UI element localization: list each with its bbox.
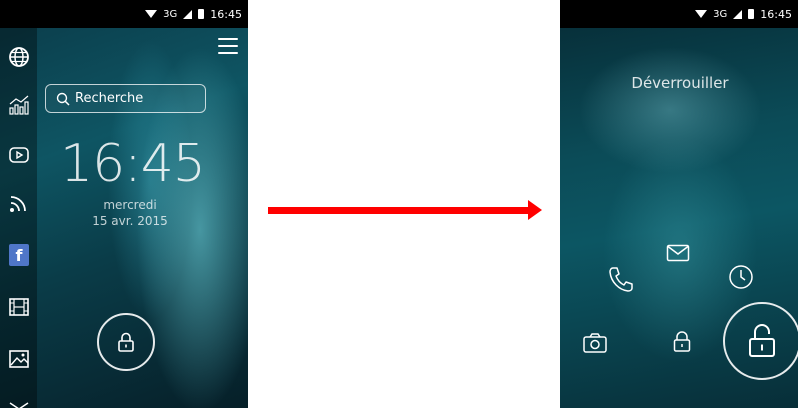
clock-icon[interactable]: [728, 264, 754, 290]
camera-icon[interactable]: [582, 332, 608, 354]
mail-icon[interactable]: [666, 244, 690, 262]
feed-icon[interactable]: [8, 192, 30, 214]
facebook-icon[interactable]: f: [8, 244, 30, 266]
date-full: 15 avr. 2015: [92, 214, 168, 228]
film-icon[interactable]: [8, 296, 30, 318]
transition-arrow-head: [528, 200, 542, 220]
app-sidebar: f: [0, 28, 37, 408]
image-icon[interactable]: [8, 348, 30, 370]
stats-icon[interactable]: [8, 94, 30, 116]
network-type: 3G: [713, 8, 728, 20]
status-time: 16:45: [760, 7, 792, 21]
globe-icon[interactable]: [8, 46, 30, 68]
status-bar: 3G 16:45: [0, 0, 248, 28]
wifi-icon: [145, 10, 158, 18]
signal-icon: [733, 9, 743, 19]
date-weekday: mercredi: [103, 198, 157, 212]
lock-screen-before: 3G 16:45 f Recherche 16:45 mercredi 15 a…: [0, 0, 248, 408]
unlock-ring-large[interactable]: [723, 302, 798, 380]
mail-icon-partial[interactable]: [8, 394, 30, 408]
lock-screen-after: 3G 16:45 Déverrouiller: [560, 0, 798, 408]
phone-icon[interactable]: [608, 265, 634, 293]
network-type: 3G: [163, 8, 178, 20]
search-field[interactable]: Recherche: [45, 84, 206, 113]
signal-icon: [183, 9, 193, 19]
menu-icon[interactable]: [218, 38, 238, 54]
unlock-title: Déverrouiller: [631, 74, 729, 92]
status-bar: 3G 16:45: [560, 0, 798, 28]
lock-icon: [118, 332, 134, 352]
wifi-icon: [695, 10, 708, 18]
battery-icon: [748, 9, 755, 19]
search-icon: [56, 92, 70, 106]
unlock-ring[interactable]: [97, 313, 155, 371]
small-lock-icon[interactable]: [672, 330, 692, 354]
clock-time: 16:45: [60, 134, 206, 194]
facebook-letter: f: [9, 244, 29, 266]
status-time: 16:45: [210, 7, 242, 21]
video-icon[interactable]: [8, 144, 30, 166]
transition-arrow-shaft: [268, 207, 530, 214]
search-label: Recherche: [75, 91, 144, 106]
unlocked-icon: [749, 324, 775, 357]
battery-icon: [198, 9, 205, 19]
